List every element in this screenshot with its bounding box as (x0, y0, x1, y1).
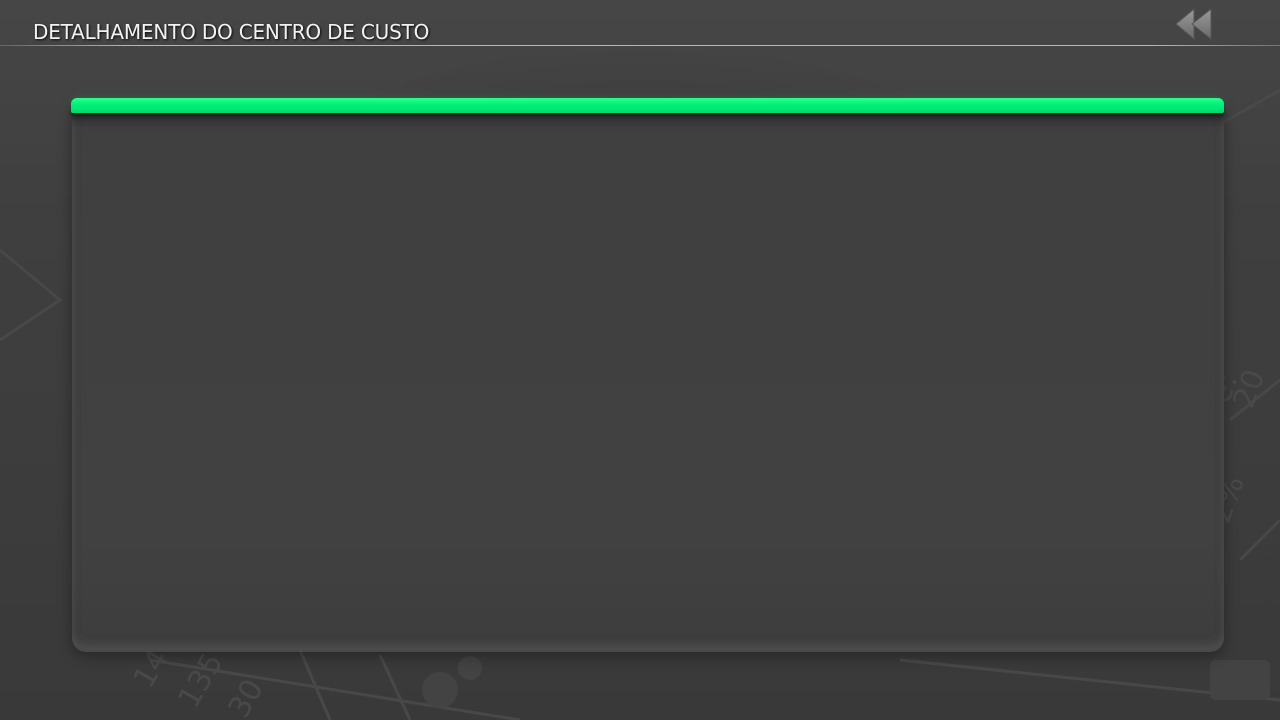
page-title: DETALHAMENTO DO CENTRO DE CUSTO (33, 20, 430, 44)
back-button[interactable] (1168, 4, 1220, 44)
svg-text:30: 30 (222, 673, 271, 720)
svg-text:135: 135 (172, 647, 231, 714)
panel-accent-bar (71, 98, 1224, 113)
content-panel (72, 104, 1224, 650)
svg-text:14: 14 (127, 643, 176, 694)
rewind-icon (1175, 7, 1212, 41)
header-divider (0, 45, 1280, 46)
